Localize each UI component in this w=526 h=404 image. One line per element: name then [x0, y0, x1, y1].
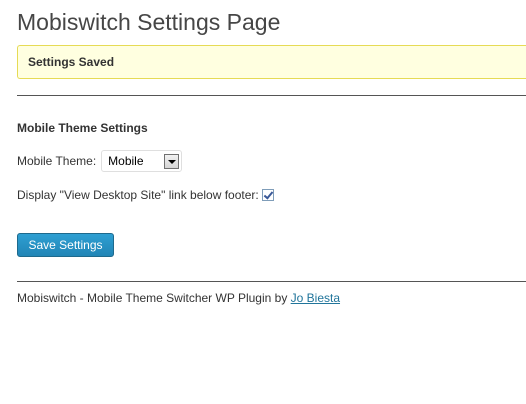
notice-text: Settings Saved: [28, 55, 115, 69]
settings-saved-notice: Settings Saved: [17, 45, 526, 79]
page-title: Mobiswitch Settings Page: [17, 9, 281, 35]
author-link[interactable]: Jo Biesta: [291, 291, 340, 305]
divider-bottom: [17, 281, 526, 282]
mobile-theme-row: Mobile Theme: Mobile: [17, 149, 183, 173]
desktop-link-checkbox[interactable]: [261, 189, 274, 201]
mobile-theme-label: Mobile Theme:: [17, 154, 97, 168]
footer-text: Mobiswitch - Mobile Theme Switcher WP Pl…: [17, 291, 291, 305]
settings-page: Mobiswitch Settings Page Settings Saved …: [0, 0, 526, 404]
mobile-theme-select[interactable]: Mobile: [101, 150, 183, 172]
mobile-theme-selected-value: Mobile: [108, 154, 144, 168]
section-heading: Mobile Theme Settings: [17, 121, 148, 135]
divider-top: [17, 95, 526, 96]
desktop-link-label: Display "View Desktop Site" link below f…: [17, 188, 259, 202]
plugin-footer: Mobiswitch - Mobile Theme Switcher WP Pl…: [17, 290, 340, 306]
desktop-link-row: Display "View Desktop Site" link below f…: [17, 186, 274, 204]
chevron-down-icon: [164, 153, 180, 169]
save-settings-button[interactable]: Save Settings: [17, 233, 114, 257]
